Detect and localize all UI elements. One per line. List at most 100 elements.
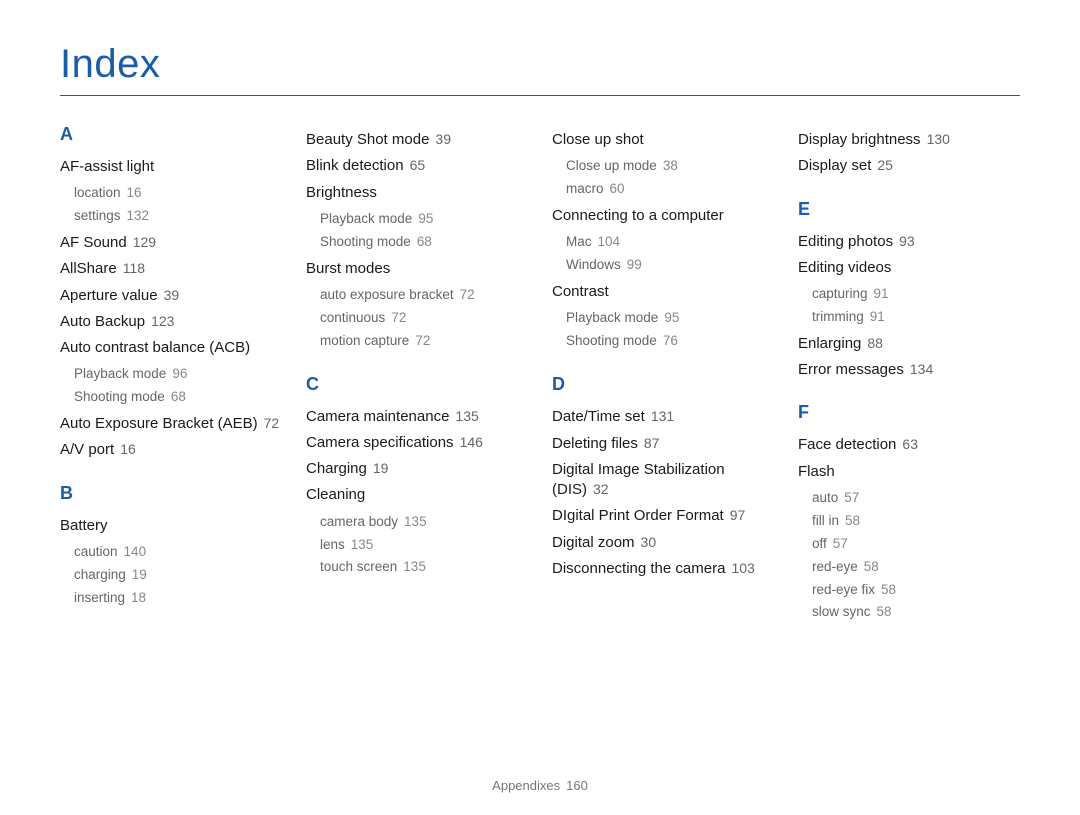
index-entry[interactable]: Enlarging 88	[798, 334, 1020, 354]
index-subentry[interactable]: Mac104	[566, 232, 774, 253]
index-entry[interactable]: Connecting to a computer	[552, 206, 774, 226]
index-entry[interactable]: DIgital Print Order Format97	[552, 506, 774, 526]
index-subentry-page: 140	[124, 544, 147, 559]
index-subentry-label: auto	[812, 490, 838, 505]
index-entry[interactable]: Contrast	[552, 282, 774, 302]
index-subentry[interactable]: Shooting mode76	[566, 331, 774, 352]
index-subentry-label: Playback mode	[320, 211, 412, 226]
index-subentry[interactable]: motion capture 72	[320, 331, 528, 352]
index-subentry-label: macro	[566, 181, 604, 196]
index-subentry-page: 72	[415, 333, 430, 348]
index-entry-label: Enlarging	[798, 335, 861, 352]
index-entry[interactable]: Camera speciﬁcations146	[306, 433, 528, 453]
index-entry[interactable]: Auto contrast balance (ACB)	[60, 338, 282, 358]
index-entry[interactable]: AF-assist light	[60, 157, 282, 177]
index-subentry[interactable]: charging19	[74, 565, 282, 586]
index-entry[interactable]: Display set25	[798, 156, 1020, 176]
index-subentry[interactable]: Playback mode95	[320, 209, 528, 230]
index-subentry[interactable]: auto exposure bracket72	[320, 285, 528, 306]
index-subentry[interactable]: continuous72	[320, 308, 528, 329]
index-entry-label: Burst modes	[306, 260, 390, 277]
index-entry-label: Digital Image Stabilization (DIS)	[552, 461, 725, 498]
index-entry[interactable]: Disconnecting the camera103	[552, 559, 774, 579]
index-entry[interactable]: Blink detection65	[306, 156, 528, 176]
index-subentry[interactable]: lens135	[320, 535, 528, 556]
index-entry-page: 87	[644, 435, 660, 451]
index-subentry-page: 58	[877, 604, 892, 619]
index-subentry-page: 58	[864, 559, 879, 574]
index-entry[interactable]: Aperture value39	[60, 286, 282, 306]
index-entry-page: 39	[435, 131, 451, 147]
index-subentry[interactable]: macro60	[566, 179, 774, 200]
index-entry[interactable]: Burst modes	[306, 259, 528, 279]
index-entry[interactable]: Battery	[60, 516, 282, 536]
index-entry[interactable]: A/V port16	[60, 440, 282, 460]
index-entry[interactable]: Face detection63	[798, 435, 1020, 455]
index-subentry-page: 72	[391, 310, 406, 325]
index-subentry[interactable]: caution 140	[74, 542, 282, 563]
index-subentry[interactable]: Shooting mode68	[320, 232, 528, 253]
index-entry-label: Auto contrast balance (ACB)	[60, 339, 250, 356]
index-entry[interactable]: Auto Exposure Bracket (AEB)72	[60, 414, 282, 434]
index-entry[interactable]: Digital zoom30	[552, 533, 774, 553]
index-subentry-page: 18	[131, 590, 146, 605]
index-col-4: Display brightness130Display set25EEditi…	[798, 124, 1020, 625]
index-subentry-label: Shooting mode	[74, 389, 165, 404]
index-subentry[interactable]: Shooting mode68	[74, 387, 282, 408]
index-subentry[interactable]: trimming91	[812, 307, 1020, 328]
index-entry[interactable]: Date/Time set131	[552, 407, 774, 427]
index-entry-label: AF Sound	[60, 234, 127, 251]
index-entry[interactable]: Close up shot	[552, 130, 774, 150]
index-subentry-page: 99	[627, 257, 642, 272]
index-subentry[interactable]: camera body135	[320, 512, 528, 533]
index-entry[interactable]: Editing photos93	[798, 232, 1020, 252]
index-entry-label: Auto Backup	[60, 313, 145, 330]
index-entry-page: 123	[151, 313, 174, 329]
index-page: Index AAF-assist lightlocation16settings…	[0, 0, 1080, 815]
index-entry-label: Connecting to a computer	[552, 207, 724, 224]
index-subentry[interactable]: Playback mode95	[566, 308, 774, 329]
index-entry[interactable]: Error messages134	[798, 360, 1020, 380]
index-entry[interactable]: AllShare118	[60, 259, 282, 279]
index-subentry-page: 38	[663, 158, 678, 173]
index-entry-page: 88	[867, 335, 883, 351]
index-subentry[interactable]: Close up mode38	[566, 156, 774, 177]
index-entry-label: Auto Exposure Bracket (AEB)	[60, 415, 258, 432]
index-subentry-label: ﬁll in	[812, 513, 839, 528]
index-entry-page: 118	[123, 260, 145, 276]
index-subentry[interactable]: ﬁll in58	[812, 511, 1020, 532]
index-subentry-page: 68	[417, 234, 432, 249]
index-subentry-page: 76	[663, 333, 678, 348]
index-subentry[interactable]: Playback mode96	[74, 364, 282, 385]
index-entry[interactable]: AF Sound129	[60, 233, 282, 253]
index-subentry-label: caution	[74, 544, 118, 559]
index-entry[interactable]: Brightness	[306, 183, 528, 203]
index-subentry[interactable]: auto57	[812, 488, 1020, 509]
index-subentry[interactable]: Windows99	[566, 255, 774, 276]
index-entry[interactable]: Digital Image Stabilization (DIS)32	[552, 460, 774, 501]
index-letter: B	[60, 483, 282, 504]
index-entry[interactable]: Camera maintenance135	[306, 407, 528, 427]
index-subentry[interactable]: location16	[74, 183, 282, 204]
index-entry[interactable]: Editing videos	[798, 258, 1020, 278]
index-subentry[interactable]: touch screen135	[320, 557, 528, 578]
index-subentry[interactable]: settings132	[74, 206, 282, 227]
index-subentry[interactable]: red-eye ﬁx58	[812, 580, 1020, 601]
footer-page-number: 160	[566, 778, 588, 793]
index-subentry-label: motion capture	[320, 333, 409, 348]
index-col-3: Close up shot Close up mode38macro60 Conne…	[552, 124, 774, 625]
index-entry[interactable]: Charging19	[306, 459, 528, 479]
index-subentry[interactable]: capturing91	[812, 284, 1020, 305]
index-entry[interactable]: Cleaning	[306, 485, 528, 505]
index-subentry[interactable]: red-eye58	[812, 557, 1020, 578]
index-entry[interactable]: Display brightness130	[798, 130, 1020, 150]
index-subentry[interactable]: off57	[812, 534, 1020, 555]
index-entry[interactable]: Flash	[798, 462, 1020, 482]
index-entry[interactable]: Deleting ﬁles87	[552, 434, 774, 454]
index-entry[interactable]: Auto Backup 123	[60, 312, 282, 332]
index-entry[interactable]: Beauty Shot mode39	[306, 130, 528, 150]
index-subentry[interactable]: slow sync58	[812, 602, 1020, 623]
index-subentry[interactable]: inserting18	[74, 588, 282, 609]
index-subentry-page: 95	[664, 310, 679, 325]
index-entry-label: Brightness	[306, 184, 377, 201]
